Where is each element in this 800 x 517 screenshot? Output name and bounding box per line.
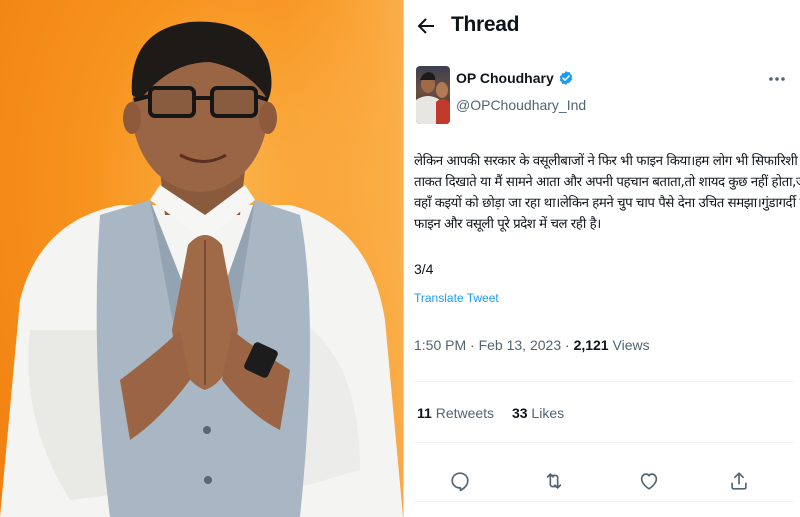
share-button[interactable] [728,470,750,492]
header-title: Thread [451,13,520,36]
tweet-text-line: फाइन और वसूली पूरे प्रदेश में चल रही है। [414,217,601,232]
tweet-date[interactable]: Feb 13, 2023 [479,337,562,353]
author-avatar[interactable] [416,66,450,124]
more-options-icon[interactable] [768,74,786,84]
author-handle[interactable]: @OPChoudhary_Ind [456,97,586,113]
author-name[interactable]: OP Choudhary [456,70,554,86]
tweet-metadata: 1:50 PM · Feb 13, 2023 · 2,121 Views [414,337,650,353]
reply-icon [451,472,469,492]
views-count: 2,121 [573,337,609,353]
like-button[interactable] [638,470,660,492]
retweet-icon [546,473,562,489]
meta-separator: · [565,337,570,353]
tweet-panel: Thread OP Choudhary @OPChoudhary_Ind लेक… [404,0,800,517]
portrait-photo [0,0,403,517]
engagement-stats: 11 Retweets 33 Likes [417,405,564,421]
views-label: Views [612,337,650,353]
likes-label: Likes [531,405,565,421]
share-icon [731,472,747,490]
retweets-count: 11 [417,405,432,421]
translate-tweet-link[interactable]: Translate Tweet [414,291,499,305]
portrait-illustration [0,21,403,517]
likes-stat[interactable]: 33 Likes [512,405,564,421]
author-name-row: OP Choudhary [456,70,574,86]
tweet-text: लेकिन आपकी सरकार के वसूलीबाजों ने फिर भी… [414,151,800,235]
heart-icon [640,473,658,490]
likes-count: 33 [511,405,528,421]
retweets-stat[interactable]: 11 Retweets [417,405,498,421]
back-arrow-icon[interactable] [414,14,438,38]
verified-badge-icon [559,71,573,85]
tweet-text-line: ताकत दिखाते या मैं सामने आता और अपनी पहच… [414,175,800,190]
tweet-text-line: लेकिन आपकी सरकार के वसूलीबाजों ने फिर भी… [414,154,798,169]
reply-button[interactable] [449,470,471,492]
meta-separator: · [470,337,475,353]
divider-line [414,442,794,443]
divider-line [414,501,794,502]
thread-position: 3/4 [414,261,434,277]
retweets-label: Retweets [435,405,495,421]
retweet-button[interactable] [543,470,565,492]
thread-header: Thread [404,0,800,54]
tweet-text-line: वहाँ कइयों को छोड़ा जा रहा था।लेकिन हमने… [414,196,800,211]
divider-line [414,381,794,382]
tweet-time[interactable]: 1:50 PM [414,337,466,353]
